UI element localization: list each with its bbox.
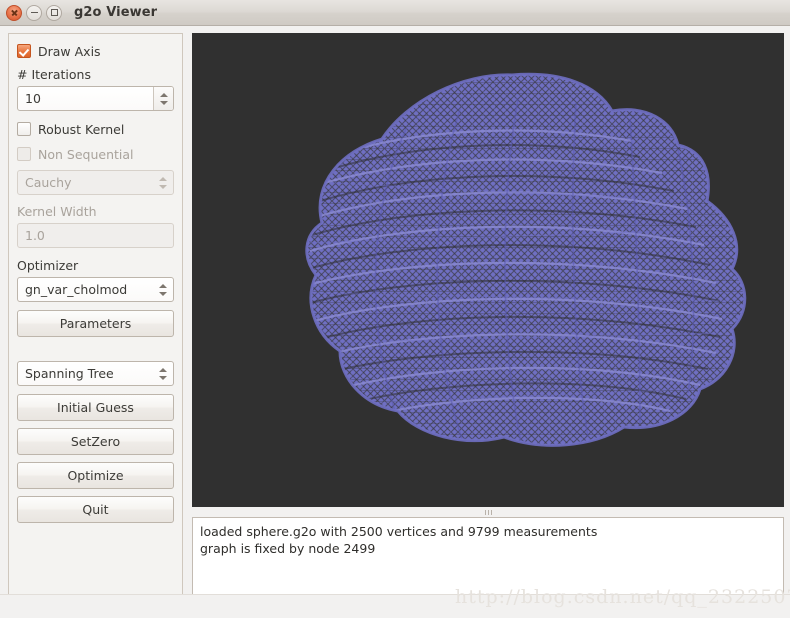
chevron-down-icon[interactable] <box>159 100 168 105</box>
log-output[interactable]: loaded sphere.g2o with 2500 vertices and… <box>192 517 784 601</box>
draw-axis-row: Draw Axis <box>17 42 174 60</box>
kernel-type-value: Cauchy <box>25 175 72 190</box>
chevron-up-icon <box>159 176 167 181</box>
iterations-stepper[interactable] <box>153 87 173 110</box>
log-line: graph is fixed by node 2499 <box>200 541 376 556</box>
checkbox-unchecked-icon[interactable] <box>17 122 31 136</box>
close-icon[interactable] <box>6 4 22 21</box>
minimize-icon[interactable] <box>26 4 42 21</box>
kernel-width-value: 1.0 <box>25 228 45 243</box>
optimize-button[interactable]: Optimize <box>17 462 174 489</box>
quit-button[interactable]: Quit <box>17 496 174 523</box>
optimizer-label: Optimizer <box>17 258 79 273</box>
window-titlebar[interactable]: g2o Viewer <box>0 0 790 26</box>
chevron-up-icon[interactable] <box>159 92 168 97</box>
robust-kernel-label: Robust Kernel <box>38 121 125 137</box>
iterations-label: # Iterations <box>17 67 91 82</box>
chevron-down-icon[interactable] <box>159 375 167 380</box>
log-line: loaded sphere.g2o with 2500 vertices and… <box>200 524 598 539</box>
splitter-grip-icon <box>484 510 486 515</box>
window-bottom-edge <box>0 594 790 618</box>
optimizer-value[interactable]: gn_var_cholmod <box>18 282 127 297</box>
robust-kernel-row: Robust Kernel <box>17 120 174 138</box>
kernel-width-input: 1.0 <box>17 223 174 248</box>
gl-viewport[interactable] <box>192 33 784 507</box>
control-sidebar: Draw Axis # Iterations 10 Robust Kernel … <box>8 33 183 600</box>
non-sequential-row: Non Sequential <box>17 145 174 163</box>
init-method-arrows[interactable] <box>153 362 173 385</box>
window-controls <box>6 4 62 21</box>
splitter-grip-icon <box>490 510 492 515</box>
window-title: g2o Viewer <box>74 5 158 20</box>
init-method-combobox[interactable]: Spanning Tree <box>17 361 174 386</box>
robust-kernel-checkbox[interactable]: Robust Kernel <box>17 120 174 138</box>
parameters-button[interactable]: Parameters <box>17 310 174 337</box>
checkbox-disabled-icon <box>17 147 31 161</box>
draw-axis-checkbox[interactable]: Draw Axis <box>17 42 174 60</box>
iterations-spinbox[interactable]: 10 <box>17 86 174 111</box>
setzero-button[interactable]: SetZero <box>17 428 174 455</box>
initial-guess-button[interactable]: Initial Guess <box>17 394 174 421</box>
splitter-grip-icon <box>487 510 489 515</box>
optimizer-combobox[interactable]: gn_var_cholmod <box>17 277 174 302</box>
main-area: Draw Axis # Iterations 10 Robust Kernel … <box>0 27 790 618</box>
chevron-up-icon[interactable] <box>159 367 167 372</box>
maximize-icon[interactable] <box>46 4 62 21</box>
pose-graph-render <box>305 72 747 447</box>
init-method-value[interactable]: Spanning Tree <box>18 366 114 381</box>
viewport-log-splitter[interactable] <box>192 508 784 517</box>
graph-mesh <box>306 74 745 446</box>
kernel-type-arrows <box>153 171 173 194</box>
chevron-down-icon <box>159 184 167 189</box>
draw-axis-label: Draw Axis <box>38 43 101 59</box>
iterations-value[interactable]: 10 <box>18 91 41 106</box>
optimizer-arrows[interactable] <box>153 278 173 301</box>
non-sequential-checkbox: Non Sequential <box>17 145 174 163</box>
chevron-up-icon[interactable] <box>159 283 167 288</box>
checkbox-checked-icon[interactable] <box>17 44 31 58</box>
chevron-down-icon[interactable] <box>159 291 167 296</box>
non-sequential-label: Non Sequential <box>38 146 134 162</box>
kernel-type-combobox: Cauchy <box>17 170 174 195</box>
kernel-width-label: Kernel Width <box>17 204 97 219</box>
